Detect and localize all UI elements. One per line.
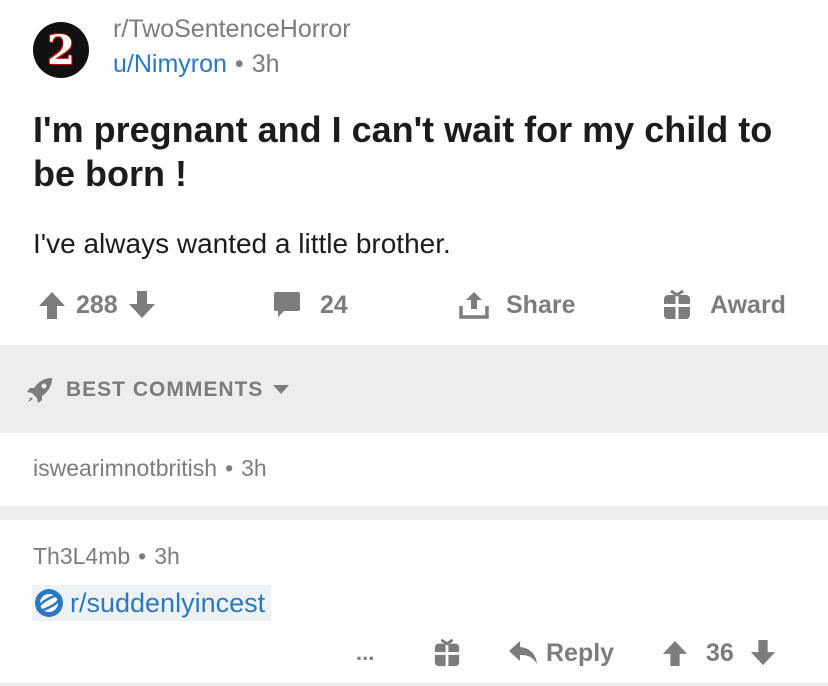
post-age: 3h [251,50,280,78]
award-label: Award [710,290,786,319]
meta-separator: • [138,543,147,569]
sort-label: BEST COMMENTS [66,378,264,401]
post-vote-count: 288 [76,290,118,319]
comment-actions: ... Reply 36 [0,630,828,676]
post-title[interactable]: I'm pregnant and I can't wait for my chi… [33,108,813,196]
post-author[interactable]: u/Nimyron [113,50,227,78]
subreddit-icon [35,589,63,617]
post-actions: 288 24 Share Award [0,280,828,330]
comments-button[interactable]: 24 [272,280,348,330]
comment-count: 24 [320,290,348,319]
comment-meta: iswearimnotbritish • 3h [33,455,267,482]
subreddit-link-text: r/suddenlyincest [70,587,266,618]
more-options-button[interactable]: ... [356,630,374,676]
comment-vote-group: 36 [662,630,776,676]
comment-age: 3h [154,543,180,569]
subreddit-name[interactable]: r/TwoSentenceHorror [113,15,351,44]
subreddit-link[interactable]: r/suddenlyincest [32,585,272,621]
vote-group: 288 [38,280,156,330]
share-icon [459,292,489,319]
share-button[interactable]: Share [458,280,575,330]
avatar-glyph: 2 [47,27,75,74]
gift-icon [664,289,690,319]
meta-separator: • [234,50,244,78]
upvote-icon[interactable] [662,639,688,667]
rocket-icon [27,378,52,403]
more-label: ... [356,640,375,665]
share-label: Share [506,290,576,319]
comment-meta: Th3L4mb • 3h [33,543,180,570]
reply-button[interactable]: Reply [508,630,614,676]
comment-divider [0,506,828,520]
reply-icon [509,641,537,664]
gift-icon [434,638,460,667]
reply-label: Reply [546,638,615,667]
comment-vote-count: 36 [706,638,734,667]
comment-award-button[interactable] [433,630,461,676]
comment-author[interactable]: iswearimnotbritish [33,455,217,481]
post-card: 2 r/TwoSentenceHorror u/Nimyron • 3h I'm p… [0,0,828,345]
post-body: I've always wanted a little brother. [33,228,451,259]
upvote-icon[interactable] [38,290,66,320]
post-meta: u/Nimyron • 3h [113,50,280,79]
meta-separator: • [225,455,234,481]
comment-age: 3h [241,455,267,481]
caret-down-icon [273,385,290,394]
comment-author[interactable]: Th3L4mb [33,543,130,569]
subreddit-avatar[interactable]: 2 [33,22,89,78]
comment-icon [274,292,300,317]
downvote-icon[interactable] [128,290,156,320]
award-button[interactable]: Award [662,280,786,330]
downvote-icon[interactable] [750,639,776,667]
sort-selector[interactable]: BEST COMMENTS [26,370,290,410]
